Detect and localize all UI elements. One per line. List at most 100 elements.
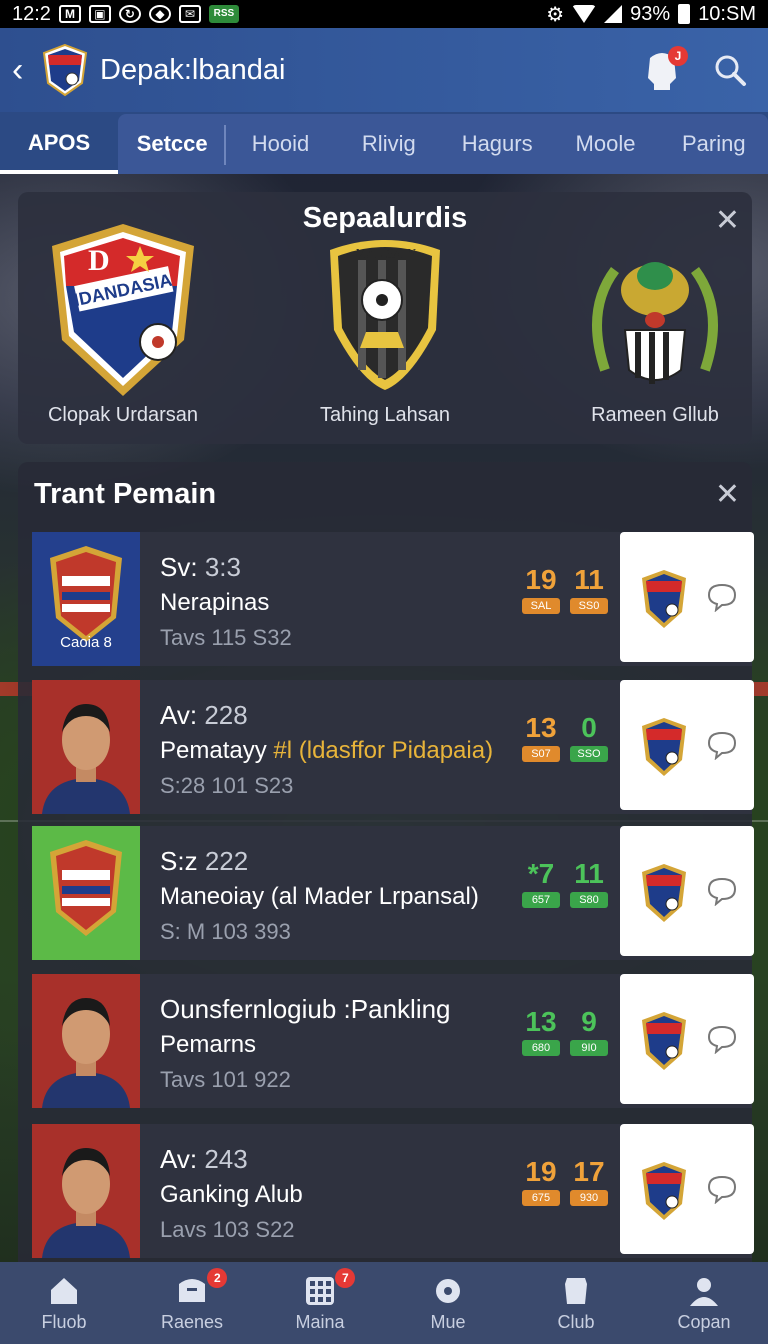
svg-text:D: D [88,244,110,277]
team-crest-icon [642,864,686,922]
chat-icon [707,1025,737,1054]
player-rating: Sv: 3:3 [160,552,530,583]
stat-tag: 930 [570,1190,608,1206]
player-highlight: #l (ldasffor Pidapaia) [273,737,494,764]
stat-tag: S80 [570,892,608,908]
tab-apos[interactable]: APOS [0,112,118,174]
tab-rlivig[interactable]: Rlivig [335,131,443,157]
sync-icon: ↻ [118,5,141,23]
club-item[interactable]: IDANDASIA D Clopak Urdarsan [18,220,228,427]
stat-tag: 680 [522,1040,560,1056]
stat-tag: SAL [522,598,560,614]
player-row[interactable]: Av: 228 Pematayy #l (ldasffor Pidapaia) S:… [32,680,754,814]
player-rating: Ounsfernlogiub :Pankling [160,994,530,1025]
player-row[interactable]: Caoia 8 Sv: 3:3 Nerapinas Tavs 115 S32 19 SAL… [32,532,754,666]
player-stats-line: S: M 103 393 [160,919,291,944]
player-row[interactable]: Av: 243 Ganking Alub Lavs 103 S22 19 675 17 93… [32,1124,754,1258]
tab-group: Setcce Hooid Rlivig Hagurs Moole Paring [118,114,768,174]
club-item[interactable]: MAL SAIN Tahing Lahsan [280,220,490,427]
team-crest-card[interactable] [620,680,754,810]
close-icon[interactable]: ✕ [715,480,740,510]
back-icon[interactable]: ‹ [12,53,36,87]
player-stats-line: Tavs 115 S32 [160,625,292,650]
vibrate-icon: ⚙ [546,3,565,26]
club-name: Clopak Urdarsan [47,404,199,426]
nav-badge: 2 [207,1268,228,1288]
player-rating-value: 243 [204,1144,248,1174]
player-row[interactable]: Ounsfernlogiub :Pankling Pemarns Tavs 101 … [32,974,754,1108]
player-row[interactable]: S:z 222 Maneoiay (al Mader Lrpansal) S: M … [32,826,754,960]
nav-maina[interactable]: 7 Maina [256,1262,384,1344]
club-name: Tahing Lahsan [319,404,451,426]
player-name: Ganking Alub [160,1181,530,1209]
player-info: Av: 228 Pematayy #l (ldasffor Pidapaia) S:… [160,700,530,799]
nav-copan[interactable]: Copan [640,1262,768,1344]
tab-moole[interactable]: Moole [551,131,659,157]
stat-tag: 675 [522,1190,560,1206]
player-rating-value: 3:3 [204,552,241,582]
player-stats-line: Lavs 103 S22 [160,1217,295,1242]
club-crest-icon: MAL SAIN [330,240,440,390]
team-crest-icon [642,1012,686,1070]
jersey-icon [565,1277,587,1304]
stat-b: 0 SSO [570,714,608,762]
rss-icon: RSS [208,5,239,23]
player-stats: 19 675 17 930 [522,1158,608,1206]
tab-bar: APOS Setcce Hooid Rlivig Hagurs Moole Pa… [0,112,768,174]
player-stats: 19 SAL 11 SS0 [522,566,608,614]
search-button[interactable] [712,52,748,88]
player-rating: Av: 228 [160,700,530,731]
player-rating-value: 228 [204,700,248,730]
gear-icon [436,1278,460,1303]
signal-icon [604,5,623,23]
player-rating: Av: 243 [160,1144,530,1175]
chat-icon [707,877,737,906]
nav-club[interactable]: Club [512,1262,640,1344]
player-stats-line: S:28 101 S23 [160,773,294,798]
nav-label: Raenes [160,1311,224,1332]
bottom-nav: Fluob 2 Raenes 7 Maina Mue Club Copan [0,1262,768,1344]
team-crest-icon [642,570,686,628]
player-name-text: Pematayy [160,737,267,764]
player-name: Maneoiay (al Mader Lrpansal) [160,883,530,911]
team-crest-icon [642,718,686,776]
grid-icon [306,1276,334,1305]
player-rating-label: S:z [160,846,198,876]
team-crest-card[interactable] [620,826,754,956]
stat-b: 17 930 [570,1158,608,1206]
stat-tag: 9I0 [570,1040,608,1056]
stat-a: 19 675 [522,1158,560,1206]
nav-raenes[interactable]: 2 Raenes [128,1262,256,1344]
players-title: Trant Pemain [34,478,217,510]
tab-hooid[interactable]: Hooid [226,131,334,157]
player-name-text: Nerapinas [160,589,270,616]
notification-button[interactable]: J [642,46,688,92]
chat-icon [707,1175,737,1204]
player-photo [32,974,140,1108]
stat-number: *7 [527,858,555,889]
team-crest-card[interactable] [620,974,754,1104]
nav-label: Maina [295,1311,345,1332]
photo-caption: Caoia 8 [60,634,112,651]
tab-hagurs[interactable]: Hagurs [443,131,551,157]
stat-a: 13 S07 [522,714,560,762]
home-icon [51,1277,77,1304]
nav-fluob[interactable]: Fluob [0,1262,128,1344]
club-name: Rameen Gllub [591,404,719,426]
battery-level: 93% [630,2,671,25]
stat-b: 11 SS0 [570,566,608,614]
clubs-card: Sepaalurdis ✕ IDANDASIA D Clopak Urdarsa… [18,192,752,444]
team-crest-card[interactable] [620,1124,754,1254]
nav-mue[interactable]: Mue [384,1262,512,1344]
tab-setcce[interactable]: Setcce [118,125,227,165]
notification-icon: ▣ [88,5,111,23]
club-item[interactable]: Rameen Gllub [550,220,760,427]
team-crest-card[interactable] [620,532,754,662]
tab-paring[interactable]: Paring [660,131,768,157]
stat-b: 9 9I0 [570,1008,608,1056]
player-rating-label: Ounsfernlogiub :Pankling [160,994,451,1024]
player-info: Sv: 3:3 Nerapinas Tavs 115 S32 [160,552,530,651]
stat-number: 0 [581,712,597,743]
player-photo [32,1124,140,1258]
player-rating-value: 222 [204,846,249,876]
